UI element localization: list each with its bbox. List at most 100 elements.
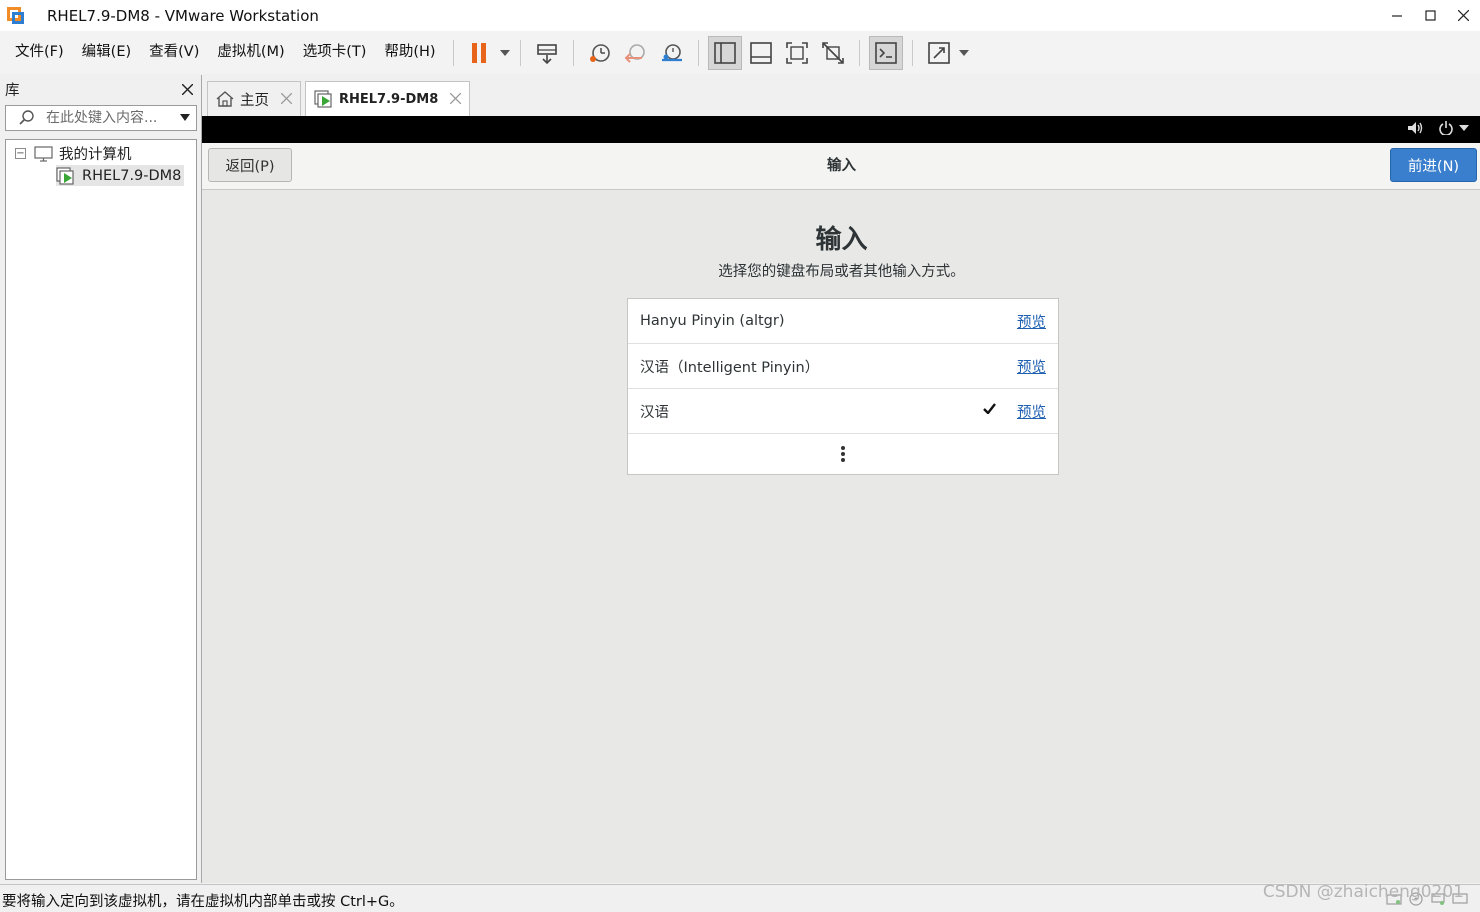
maximize-button[interactable] xyxy=(1414,0,1447,31)
snapshot-manager-button[interactable] xyxy=(655,36,689,70)
preview-link[interactable]: 预览 xyxy=(1017,356,1046,377)
tree-item-label: 我的计算机 xyxy=(59,147,132,163)
home-icon xyxy=(216,91,234,107)
vm-icon xyxy=(314,90,332,108)
menu-tabs[interactable]: 选项卡(T) xyxy=(294,31,376,74)
watermark: CSDN @zhaicheng0201 xyxy=(1262,882,1464,902)
pause-icon xyxy=(471,42,486,63)
menu-help[interactable]: 帮助(H) xyxy=(375,31,444,74)
tab-vm[interactable]: RHEL7.9-DM8 xyxy=(305,81,471,116)
toolbar-separator xyxy=(572,39,574,66)
toolbar-separator xyxy=(911,39,913,66)
list-item[interactable]: 汉语（Intelligent Pinyin） 预览 xyxy=(628,344,1058,389)
preview-link[interactable]: 预览 xyxy=(1017,401,1046,422)
tab-home[interactable]: 主页 xyxy=(207,81,301,116)
library-tree: − 我的计算机 RHEL7.9-DM8 xyxy=(5,139,197,880)
preview-link[interactable]: 预览 xyxy=(1017,311,1046,332)
send-ctrl-alt-del-button[interactable] xyxy=(530,36,564,70)
vmware-app-icon xyxy=(5,5,27,27)
close-icon xyxy=(280,92,293,105)
console-view-button[interactable] xyxy=(868,35,903,70)
main-area: 主页 RHEL7.9-DM8 返回(P) 输入 前进(N) 输入 选择您的键盘布… xyxy=(201,75,1480,883)
setup-header-bar: 返回(P) 输入 前进(N) xyxy=(202,143,1480,190)
show-library-button[interactable] xyxy=(707,35,742,70)
page-subtitle: 选择您的键盘布局或者其他输入方式。 xyxy=(718,264,965,280)
menu-view[interactable]: 查看(V) xyxy=(140,31,208,74)
search-icon xyxy=(19,110,34,125)
more-vertical-icon xyxy=(841,446,845,462)
chevron-down-icon xyxy=(958,49,969,56)
library-title: 库 xyxy=(5,82,20,99)
menu-edit[interactable]: 编辑(E) xyxy=(73,31,140,74)
toolbar-separator xyxy=(452,39,454,66)
back-button[interactable]: 返回(P) xyxy=(208,148,292,182)
close-icon xyxy=(181,83,194,95)
menu-file[interactable]: 文件(F) xyxy=(6,31,73,74)
show-library-icon xyxy=(713,41,736,64)
tree-item-label: RHEL7.9-DM8 xyxy=(82,167,182,184)
unity-icon xyxy=(821,41,844,64)
snapshot-icon xyxy=(589,43,610,62)
pause-button[interactable] xyxy=(463,36,497,70)
console-icon xyxy=(874,41,897,64)
computer-icon xyxy=(34,145,53,162)
status-text: 要将输入定向到该虚拟机，请在虚拟机内部单击或按 Ctrl+G。 xyxy=(2,894,404,910)
revert-snapshot-button[interactable] xyxy=(619,36,653,70)
toolbar-separator xyxy=(858,39,860,66)
thumbnail-bar-icon xyxy=(749,41,772,64)
tree-item-vm[interactable]: RHEL7.9-DM8 xyxy=(56,165,185,186)
snapshot-button[interactable] xyxy=(583,36,617,70)
power-menu-button[interactable] xyxy=(1439,121,1469,135)
input-source-name: 汉语（Intelligent Pinyin） xyxy=(640,359,820,376)
input-source-list: Hanyu Pinyin (altgr) 预览 汉语（Intelligent P… xyxy=(627,298,1059,475)
thumbnail-bar-button[interactable] xyxy=(744,36,778,70)
minimize-button[interactable] xyxy=(1381,0,1414,31)
input-source-name: 汉语 xyxy=(640,404,669,421)
full-screen-button[interactable] xyxy=(780,36,814,70)
list-item[interactable]: Hanyu Pinyin (altgr) 预览 xyxy=(628,299,1058,344)
tab-label: RHEL7.9-DM8 xyxy=(339,91,439,107)
tab-close-button[interactable] xyxy=(449,90,462,108)
library-close-button[interactable] xyxy=(181,80,194,99)
tree-collapse-toggle[interactable]: − xyxy=(15,148,26,159)
page-heading: 输入 xyxy=(815,225,868,255)
list-item[interactable]: 汉语 预览 xyxy=(628,389,1058,434)
minimize-icon xyxy=(1392,15,1402,17)
full-screen-icon xyxy=(785,41,808,64)
search-dropdown-icon[interactable] xyxy=(180,114,190,121)
volume-icon[interactable] xyxy=(1407,121,1425,135)
stretch-icon xyxy=(927,41,950,64)
stretch-guest-button[interactable] xyxy=(922,36,956,70)
menu-toolbar: 文件(F) 编辑(E) 查看(V) 虚拟机(M) 选项卡(T) 帮助(H) xyxy=(0,31,1480,74)
input-source-name: Hanyu Pinyin (altgr) xyxy=(640,313,785,329)
send-ctrl-alt-del-icon xyxy=(536,43,557,64)
status-bar: 要将输入定向到该虚拟机，请在虚拟机内部单击或按 Ctrl+G。 CSDN @zh… xyxy=(0,882,1480,912)
close-icon xyxy=(1458,10,1469,21)
unity-button[interactable] xyxy=(816,36,850,70)
next-button[interactable]: 前进(N) xyxy=(1390,148,1477,182)
tab-close-button[interactable] xyxy=(280,90,293,108)
window-title: RHEL7.9-DM8 - VMware Workstation xyxy=(47,6,319,25)
title-bar: RHEL7.9-DM8 - VMware Workstation xyxy=(0,0,1480,31)
header-title: 输入 xyxy=(827,158,856,174)
library-search-input[interactable] xyxy=(46,110,171,126)
toolbar-separator xyxy=(697,39,699,66)
checkmark-icon xyxy=(983,402,996,418)
toolbar-separator xyxy=(519,39,521,66)
maximize-icon xyxy=(1425,10,1436,21)
vm-screen[interactable]: 返回(P) 输入 前进(N) 输入 选择您的键盘布局或者其他输入方式。 Hany… xyxy=(202,143,1480,883)
chevron-down-icon xyxy=(1459,125,1469,131)
vm-top-bar xyxy=(202,116,1480,143)
more-button[interactable] xyxy=(628,434,1058,474)
tab-label: 主页 xyxy=(240,92,269,109)
power-icon xyxy=(1439,121,1453,135)
tab-bar: 主页 RHEL7.9-DM8 xyxy=(202,75,1480,116)
snapshot-manager-icon xyxy=(661,43,682,61)
stretch-dropdown-button[interactable] xyxy=(957,36,971,70)
pause-dropdown-button[interactable] xyxy=(498,36,512,70)
revert-snapshot-icon xyxy=(624,43,645,63)
tree-item-my-computer[interactable]: − 我的计算机 xyxy=(15,143,132,164)
library-search[interactable] xyxy=(5,105,197,131)
menu-vm[interactable]: 虚拟机(M) xyxy=(208,31,293,74)
close-window-button[interactable] xyxy=(1447,0,1480,31)
